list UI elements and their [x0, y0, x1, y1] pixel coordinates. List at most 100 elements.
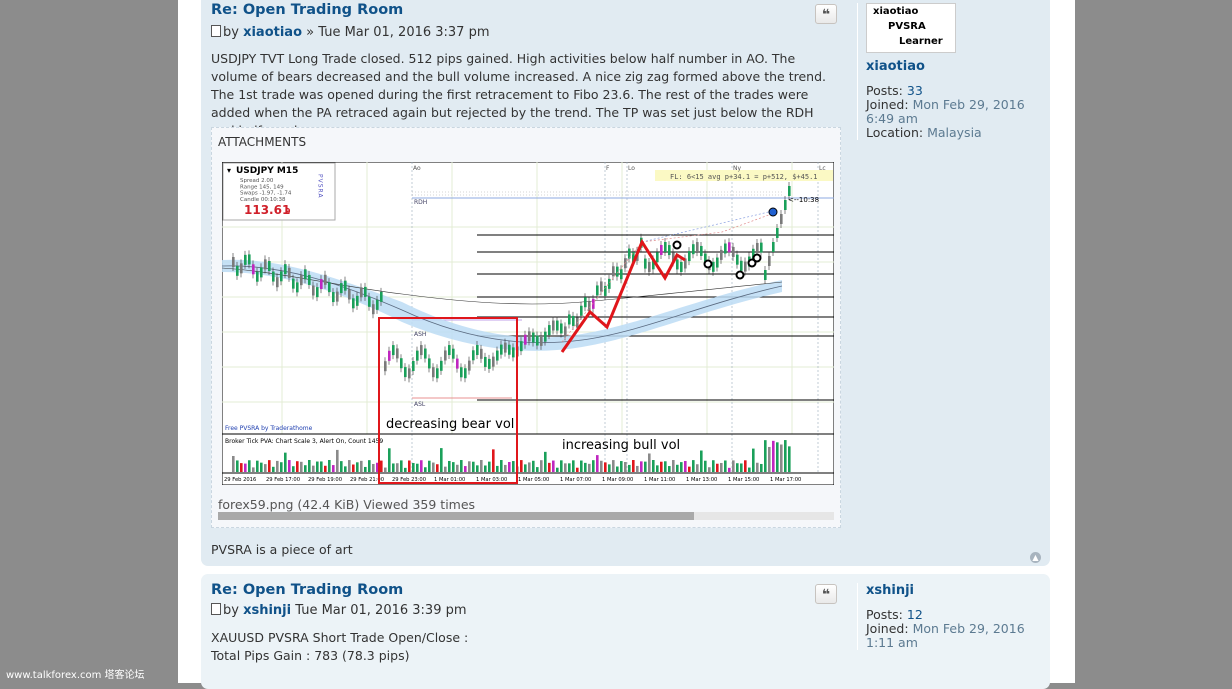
candle-body	[372, 304, 375, 315]
post-file-icon[interactable]	[211, 25, 221, 37]
candle-body	[264, 259, 267, 270]
volume-bar	[464, 466, 467, 472]
volume-bar	[612, 460, 615, 472]
quote-button[interactable]: ❝	[815, 584, 837, 604]
candle-body	[368, 296, 371, 307]
profile-username[interactable]: xiaotiao	[866, 59, 1051, 74]
candle-body	[240, 263, 243, 274]
volume-bar	[600, 460, 603, 472]
candle-body	[316, 287, 319, 298]
info-line: Candle 00:10:38	[240, 197, 286, 203]
profile-username[interactable]: xshinji	[866, 583, 1051, 598]
candle-body	[340, 283, 343, 294]
volume-bar	[764, 440, 767, 472]
candle-body	[556, 320, 559, 331]
location-label: Location:	[866, 125, 924, 140]
posts-count[interactable]: 33	[907, 83, 923, 98]
volume-bar	[648, 453, 651, 472]
candle-body	[460, 367, 463, 378]
candle-body	[676, 259, 679, 270]
post-author[interactable]: xshinji	[243, 603, 291, 618]
volume-bar	[320, 461, 323, 472]
candle-body	[296, 282, 299, 293]
attachment-scrollbar[interactable]	[218, 512, 834, 520]
post-profile: xiaotiao PVSRA Learner xiaotiao Posts: 3…	[857, 3, 1051, 140]
volume-bar	[232, 456, 235, 472]
candle-body	[392, 345, 395, 356]
candle-body	[764, 270, 767, 280]
candle-body	[504, 342, 507, 353]
volume-bar	[596, 455, 599, 472]
volume-bar	[508, 462, 511, 472]
chart-timer: <--10:38	[788, 196, 819, 204]
volume-bar	[396, 463, 399, 472]
post-body-line: Total Pips Gain : 783 (78.3 pips)	[211, 648, 410, 663]
volume-bar	[680, 462, 683, 472]
attachment-caption[interactable]: forex59.png (42.4 KiB) Viewed 359 times	[218, 497, 475, 512]
chart-price-digit: 9	[285, 207, 291, 216]
candle-body	[312, 285, 315, 296]
candle-body	[308, 274, 311, 285]
time-label: 1 Mar 13:00	[686, 477, 717, 483]
volume-bar	[248, 460, 251, 472]
volume-bar	[748, 467, 751, 472]
volume-bar	[720, 462, 723, 472]
volume-bar	[372, 463, 375, 472]
time-label: 29 Feb 17:00	[266, 477, 300, 483]
volume-bar	[504, 464, 507, 472]
candle-body	[412, 361, 415, 372]
volume-bar	[436, 464, 439, 472]
post-author[interactable]: xiaotiao	[243, 25, 302, 40]
candle-body	[740, 260, 743, 271]
avatar[interactable]: xiaotiao PVSRA Learner	[866, 3, 956, 53]
volume-bar	[608, 464, 611, 472]
candle-body	[512, 347, 515, 358]
attachment-image-chart[interactable]: FL: 6<15 avg p+34.1 = p+512, $+45.1 Ao F L…	[222, 162, 834, 485]
post-title[interactable]: Re: Open Trading Room	[211, 2, 403, 18]
candle-body	[480, 348, 483, 359]
candle-body	[728, 242, 731, 253]
volume-bar	[424, 467, 427, 472]
post-title[interactable]: Re: Open Trading Room	[211, 582, 403, 598]
candle-body	[644, 258, 647, 269]
volume-bar	[240, 463, 243, 472]
volume-bar	[740, 463, 743, 472]
candle-body	[236, 265, 239, 276]
location-value: Malaysia	[927, 125, 982, 140]
profile-location: Location: Malaysia	[866, 126, 1051, 140]
volume-bar	[760, 463, 763, 472]
post-file-icon[interactable]	[211, 603, 221, 615]
candle-body	[248, 254, 251, 265]
candle-body	[244, 254, 247, 265]
volume-bar	[652, 460, 655, 472]
volume-bar	[756, 462, 759, 472]
back-to-top-icon[interactable]: ▲	[1030, 552, 1041, 563]
volume-bar	[388, 448, 391, 472]
candle-body	[736, 254, 739, 265]
candle-body	[648, 261, 651, 272]
post-meta: by xshinji Tue Mar 01, 2016 3:39 pm	[211, 602, 467, 618]
volume-bar	[712, 460, 715, 472]
post-date: Tue Mar 01, 2016 3:39 pm	[295, 603, 467, 618]
volume-bar	[272, 466, 275, 472]
volume-bar	[632, 460, 635, 472]
candle-body	[332, 292, 335, 303]
candle-body	[300, 275, 303, 286]
volume-bar	[360, 460, 363, 472]
volume-bar	[292, 466, 295, 472]
volume-bar	[708, 467, 711, 472]
candle-body	[388, 350, 391, 361]
candle-body	[768, 256, 771, 266]
scrollbar-thumb[interactable]	[218, 512, 694, 520]
quote-button[interactable]: ❝	[815, 4, 837, 24]
candle-body	[416, 350, 419, 361]
volume-bar	[420, 460, 423, 472]
volume-bar	[280, 462, 283, 472]
candle-body	[324, 274, 327, 285]
volume-bar	[732, 460, 735, 472]
posts-count[interactable]: 12	[907, 607, 923, 622]
candle-body	[620, 269, 623, 280]
volume-bar	[620, 461, 623, 472]
avatar-line: xiaotiao	[873, 6, 919, 17]
candle-body	[440, 360, 443, 371]
